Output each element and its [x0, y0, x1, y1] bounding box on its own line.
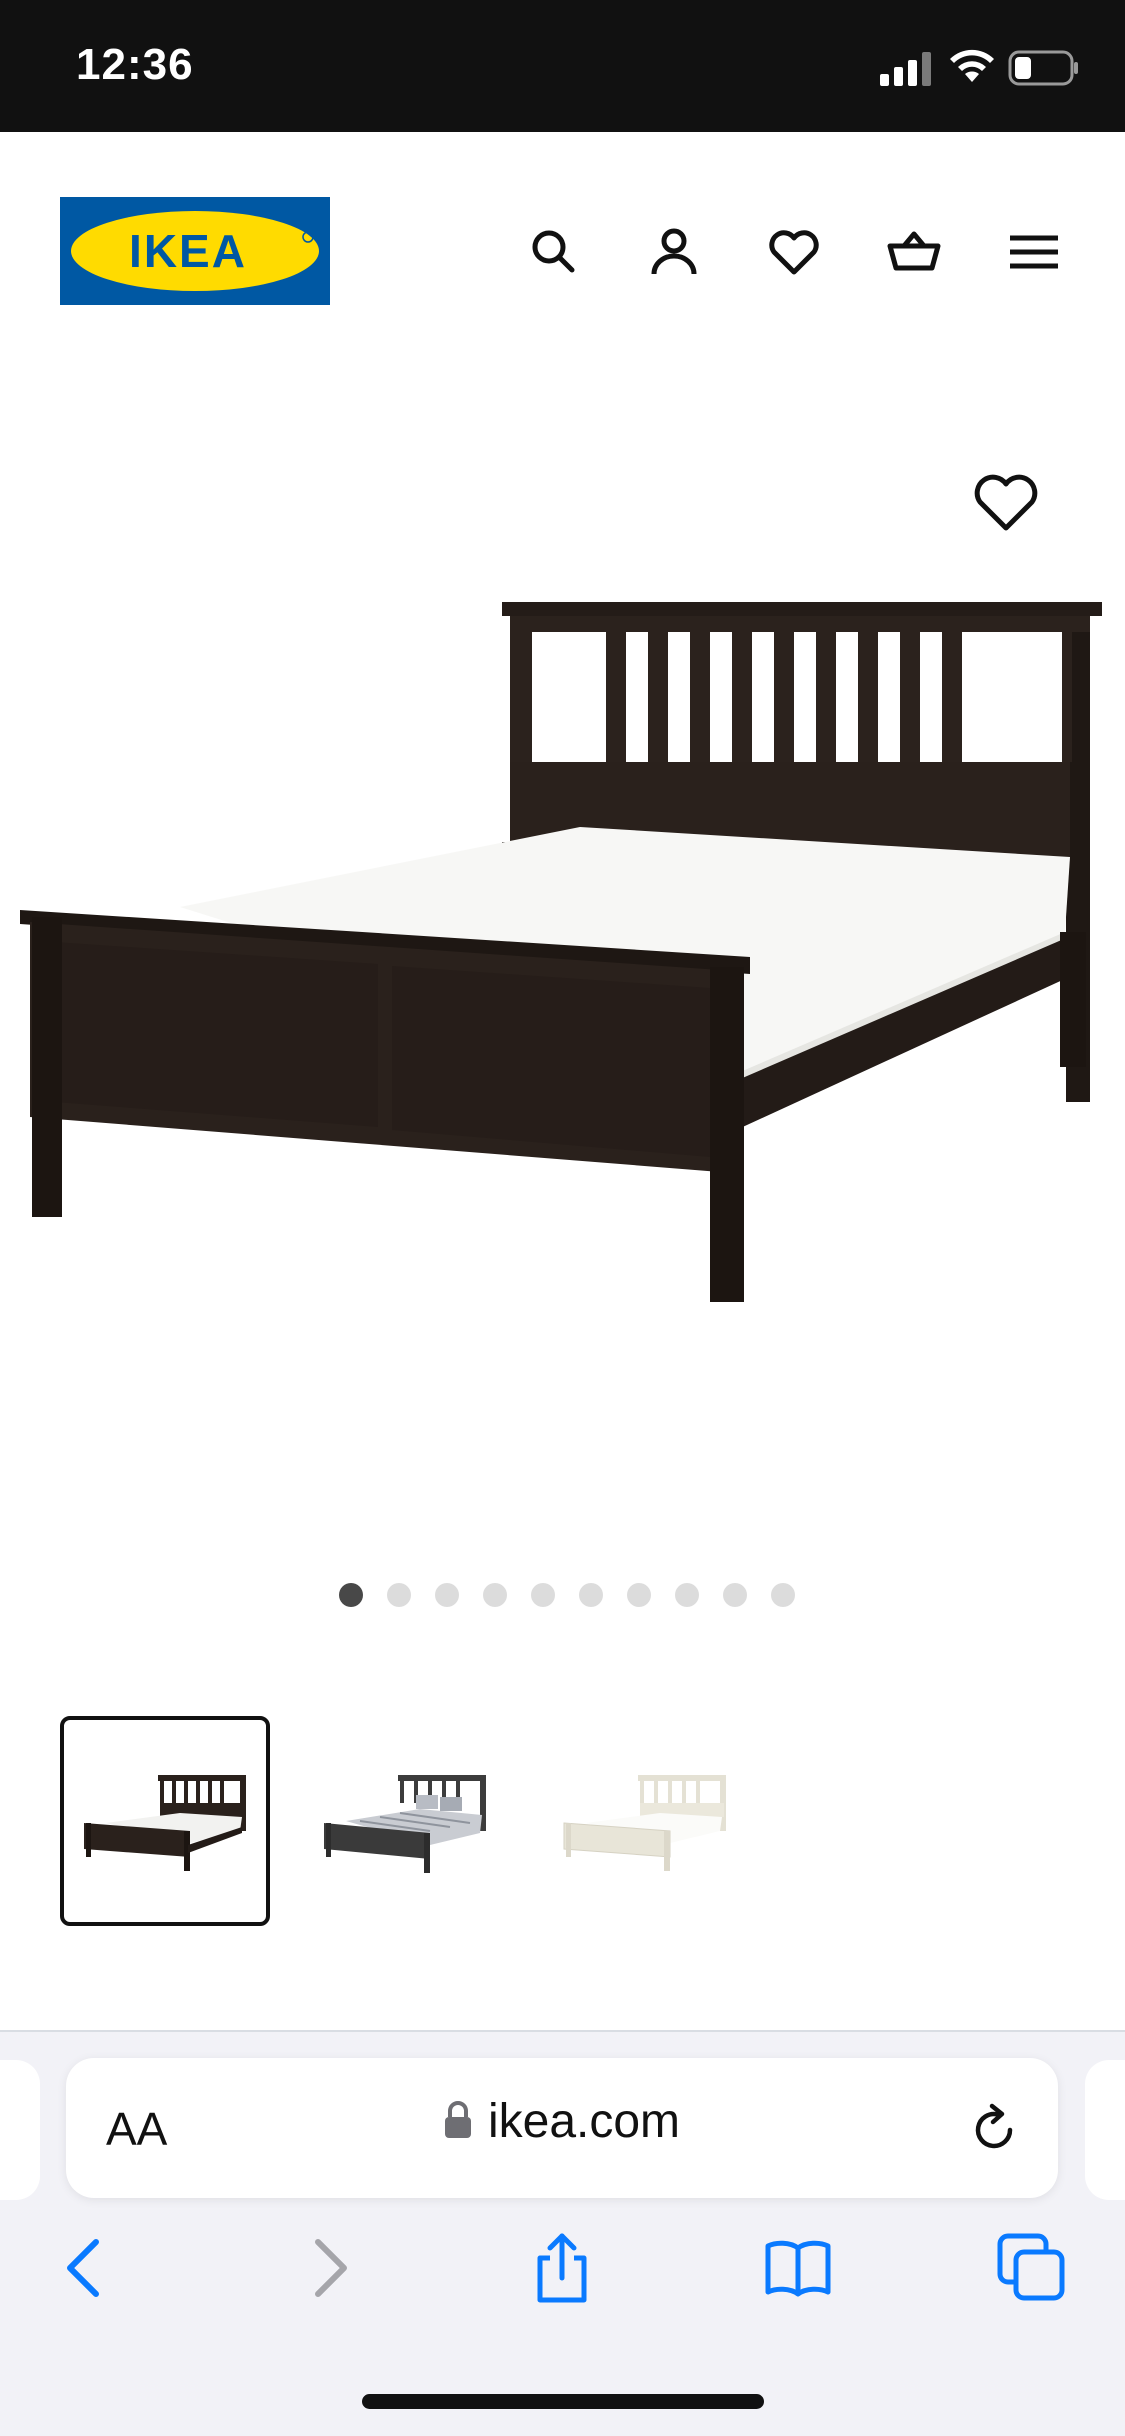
pagination-dot[interactable] [386, 1583, 411, 1607]
pagination-dot[interactable] [722, 1583, 747, 1607]
wishlist-heart-icon[interactable] [972, 472, 1040, 536]
next-tab-preview[interactable] [1085, 2060, 1125, 2200]
bookmarks-icon[interactable] [762, 2232, 834, 2304]
menu-hamburger-icon [1010, 235, 1058, 269]
wifi-icon [950, 49, 994, 82]
pagination-dot[interactable] [770, 1583, 795, 1607]
shopping-basket-button[interactable] [882, 220, 946, 284]
site-header: IKEA [0, 132, 1125, 372]
svg-text:IKEA: IKEA [129, 225, 247, 277]
menu-button[interactable] [1002, 220, 1066, 284]
thumbnail-black-brown-bed-with-bedding[interactable] [300, 1716, 510, 1926]
product-image-bed [20, 602, 1102, 1302]
share-icon[interactable] [526, 2232, 598, 2304]
cellular-signal-icon [880, 52, 931, 86]
favourites-button[interactable] [762, 220, 826, 284]
pagination-dot[interactable] [674, 1583, 699, 1607]
url-text: ikea.com [487, 2095, 681, 2148]
shopping-basket-icon [887, 231, 941, 271]
lock-icon [444, 2101, 471, 2138]
search-button[interactable] [522, 220, 586, 284]
product-gallery[interactable] [0, 372, 1125, 1522]
white-bed-thumbnail-image [563, 1775, 726, 1871]
bed-with-bedding-thumbnail-image [324, 1775, 486, 1873]
forward-icon[interactable] [292, 2232, 364, 2304]
pagination-dot[interactable] [338, 1583, 363, 1607]
address-bar[interactable]: AA ikea.com [66, 2058, 1058, 2198]
search-icon [532, 230, 575, 273]
status-bar: 12:36 [0, 0, 1125, 132]
account-icon [651, 228, 697, 275]
browser-toolbar: AA ikea.com [0, 2030, 1125, 2436]
pagination-dot[interactable] [434, 1583, 459, 1607]
url-display[interactable]: ikea.com [66, 2094, 1058, 2149]
favourites-heart-icon [769, 230, 819, 275]
pagination-dot[interactable] [482, 1583, 507, 1607]
back-icon[interactable] [50, 2232, 122, 2304]
status-time: 12:36 [76, 40, 194, 89]
color-variant-thumbnails [60, 1716, 750, 1926]
ikea-logo[interactable]: IKEA [60, 197, 330, 305]
pagination-dot[interactable] [578, 1583, 603, 1607]
pagination-dot[interactable] [530, 1583, 555, 1607]
previous-tab-preview[interactable] [0, 2060, 40, 2200]
account-button[interactable] [642, 220, 706, 284]
image-pagination-dots[interactable] [0, 1583, 1125, 1613]
home-indicator[interactable] [362, 2394, 764, 2409]
battery-icon [1008, 50, 1078, 86]
pagination-dot[interactable] [626, 1583, 651, 1607]
bed-thumbnail-image [84, 1775, 246, 1871]
thumbnail-black-brown-bed[interactable] [60, 1716, 270, 1926]
tabs-icon[interactable] [996, 2232, 1068, 2304]
reload-icon[interactable] [966, 2102, 1022, 2158]
thumbnail-white-bed[interactable] [540, 1716, 750, 1926]
